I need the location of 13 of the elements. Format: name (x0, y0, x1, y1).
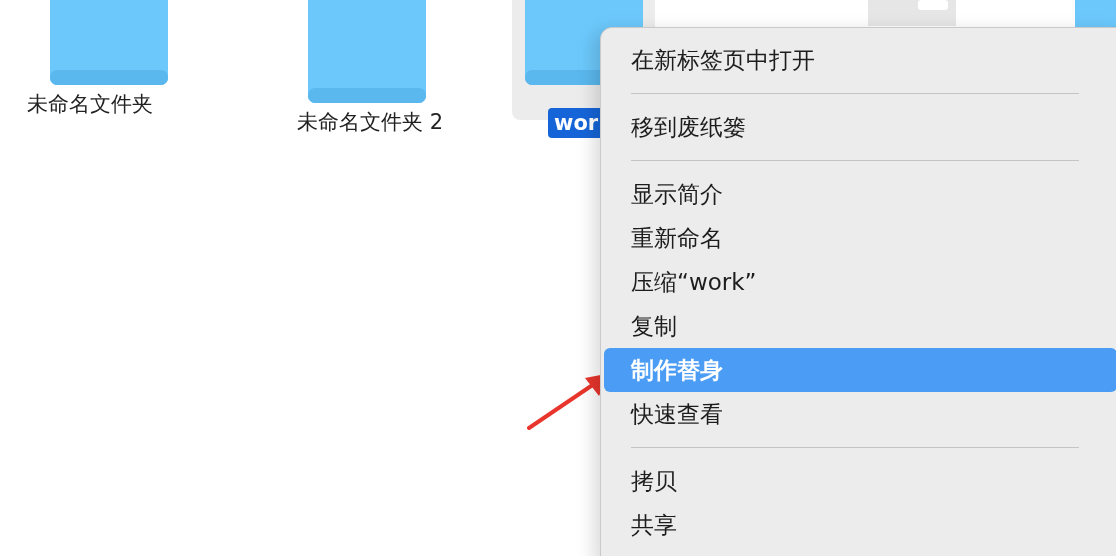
menu-item[interactable]: 复制 (604, 304, 1116, 348)
folder-icon[interactable] (308, 0, 426, 103)
menu-item[interactable]: 压缩“work” (604, 260, 1116, 304)
menu-item[interactable]: 在新标签页中打开 (604, 38, 1116, 82)
document-icon[interactable] (868, 0, 956, 26)
menu-item[interactable]: 拷贝 (604, 459, 1116, 503)
folder-name[interactable]: 未命名文件夹 2 (270, 108, 470, 136)
menu-item[interactable]: 快速查看 (604, 392, 1116, 436)
menu-item[interactable]: 显示简介 (604, 172, 1116, 216)
menu-item[interactable]: 移到废纸篓 (604, 105, 1116, 149)
menu-item[interactable]: 重新命名 (604, 216, 1116, 260)
menu-item[interactable]: 共享 (604, 503, 1116, 547)
folder-name[interactable]: 未命名文件夹 (20, 90, 160, 118)
